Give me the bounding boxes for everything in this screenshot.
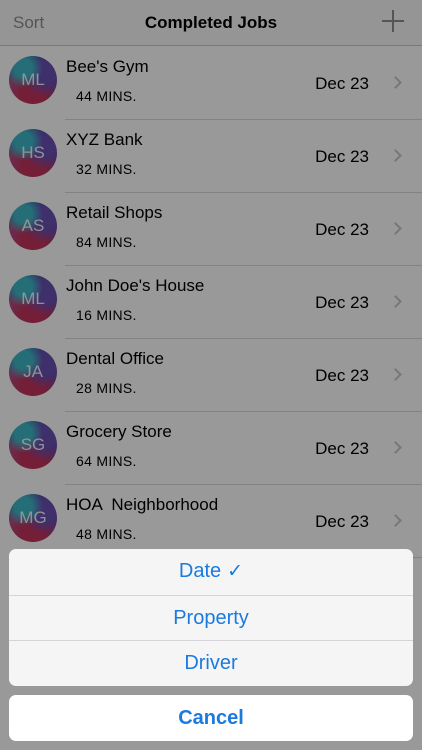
sort-option-date[interactable]: Date ✓ xyxy=(9,549,413,595)
completed-jobs-screen: Sort Completed Jobs ML Bee's Gym 44 MINS… xyxy=(0,0,422,750)
sort-action-sheet: Date ✓ Property Driver xyxy=(9,549,413,686)
sort-option-label: Driver xyxy=(184,652,238,675)
checkmark-icon: ✓ xyxy=(227,561,244,582)
sort-option-label: Property xyxy=(173,606,249,629)
sort-option-label: Date xyxy=(178,560,222,582)
cancel-button[interactable]: Cancel xyxy=(9,695,413,741)
sort-option-driver[interactable]: Driver xyxy=(9,640,413,686)
sort-option-property[interactable]: Property xyxy=(9,594,413,641)
